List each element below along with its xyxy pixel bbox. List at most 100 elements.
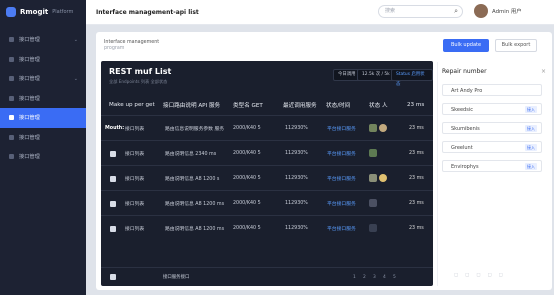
chip-status[interactable]: Status 启用状态 — [391, 69, 433, 87]
avatar — [379, 173, 387, 182]
sidebar-item-1[interactable]: 接口管理 ⌄ — [0, 30, 86, 50]
logo[interactable]: Rmogit Platform — [0, 0, 86, 24]
row-link[interactable]: 平台接口服务 — [327, 125, 356, 132]
row-ms: 23 ms — [409, 126, 424, 131]
table-row[interactable]: 接口列表 路由说明信息 A8 1200 s 2000/K40 5 112930%… — [101, 165, 433, 191]
top-bar: Interface management-api list 搜索 ⌕ Admin… — [86, 0, 554, 25]
row-checkbox[interactable] — [110, 225, 116, 232]
sidebar-item-6[interactable]: 接口管理 — [0, 128, 86, 148]
page-3[interactable]: 3 — [373, 275, 376, 280]
row-calls: 112930% — [285, 201, 308, 206]
row-avatars — [369, 223, 377, 234]
sidebar-item-5[interactable]: 接口管理 — [0, 108, 86, 128]
row-name: 接口列表 — [125, 202, 145, 207]
row-code: 2000/K40 5 — [233, 176, 261, 181]
page-4[interactable]: 4 — [383, 275, 386, 280]
row-avatars — [369, 173, 387, 184]
avatar[interactable] — [474, 4, 488, 18]
close-icon[interactable]: × — [541, 68, 546, 75]
repair-item[interactable]: Greelunt 接入 — [442, 141, 542, 153]
row-ms: 23 ms — [409, 176, 424, 181]
table-row[interactable]: 接口列表 路由说明信息 A8 1200 ms 2000/K40 5 112930… — [101, 190, 433, 216]
panel-title: REST muf List — [109, 67, 172, 76]
row-calls: 112930% — [285, 176, 308, 181]
api-table-panel: REST muf List 全部 Endpoints 列表 全部状态 今日调用 … — [101, 61, 433, 286]
panel-subtitle: 全部 Endpoints 列表 全部状态 — [109, 79, 168, 84]
repair-badge: 接入 — [525, 144, 537, 151]
bulk-update-button[interactable]: Bulk update — [443, 39, 489, 52]
sidebar-item-label: 接口管理 — [19, 37, 40, 44]
sidebar-item-4[interactable]: 接口管理 — [0, 89, 86, 109]
logo-icon — [6, 7, 16, 17]
toolbar-icon[interactable]: ◻ — [487, 272, 491, 278]
folder-icon — [9, 37, 14, 43]
row-link[interactable]: 平台接口服务 — [327, 175, 356, 182]
chevron-down-icon: ⌄ — [73, 36, 78, 43]
col-header-7: 23 ms — [407, 102, 425, 108]
row-checkbox[interactable] — [110, 175, 116, 182]
breadcrumb-sub: program — [104, 45, 125, 51]
sidebar-item-7[interactable]: 接口管理 — [0, 147, 86, 167]
toolbar-icon[interactable]: ◻ — [499, 272, 503, 278]
user-name[interactable]: Admin 用户 — [492, 7, 522, 15]
footer-label: 接口服务接口 — [163, 275, 190, 280]
table-row[interactable]: Mouth: 接口列表 路由信息说明服务参数 服务 2000/K40 5 112… — [101, 115, 433, 141]
logo-text: Rmogit — [20, 8, 49, 16]
repair-title: Repair number — [442, 68, 487, 75]
logo-sub: Platform — [52, 9, 74, 15]
row-code: 2000/K40 5 — [233, 126, 261, 131]
repair-badge: 接入 — [525, 163, 537, 170]
page-2[interactable]: 2 — [363, 275, 366, 280]
sidebar-item-label: 接口管理 — [19, 76, 40, 83]
row-link[interactable]: 平台接口服务 — [327, 225, 356, 232]
row-link[interactable]: 平台接口服务 — [327, 200, 356, 207]
row-calls: 112930% — [285, 126, 308, 131]
page-5[interactable]: 5 — [393, 275, 396, 280]
repair-item-label: Envirophys — [451, 164, 479, 170]
repair-item[interactable]: Skeedsic 接入 — [442, 103, 542, 115]
row-checkbox[interactable] — [110, 200, 116, 207]
chevron-down-icon: ⌄ — [73, 75, 78, 82]
row-avatars — [369, 123, 387, 134]
sidebar-item-3[interactable]: 接口管理 ⌄ — [0, 69, 86, 89]
api-icon — [9, 115, 14, 121]
sidebar: Rmogit Platform 接口管理 ⌄ 接口管理 接口管理 ⌄ 接口管理 接口… — [0, 0, 86, 295]
row-avatars — [369, 198, 377, 209]
folder-icon — [9, 154, 14, 160]
folder-icon — [9, 134, 14, 140]
row-code: 2000/K40 5 — [233, 201, 261, 206]
col-header-4: 最近调用服务 — [283, 103, 317, 109]
select-all-checkbox[interactable] — [110, 274, 116, 280]
table-row[interactable]: 接口列表 路由说明信息 2340 ms 2000/K40 5 112930% 平… — [101, 140, 433, 166]
row-ms: 23 ms — [409, 226, 424, 231]
toolbar-icon[interactable]: ◻ — [465, 272, 469, 278]
row-desc: 路由说明信息 A8 1200 ms — [165, 227, 225, 232]
toolbar-icon[interactable]: ◻ — [476, 272, 480, 278]
breadcrumb: Interface management program — [104, 40, 159, 51]
row-ms: 23 ms — [409, 151, 424, 156]
toolbar-icon[interactable]: ◻ — [454, 272, 458, 278]
sidebar-item-2[interactable]: 接口管理 — [0, 50, 86, 70]
row-link[interactable]: 平台接口服务 — [327, 150, 356, 157]
bulk-export-button[interactable]: Bulk export — [495, 39, 537, 52]
row-avatars — [369, 148, 377, 159]
image-icon — [369, 198, 377, 207]
repair-panel: Repair number × Art Andy Pro Skeedsic 接入 … — [437, 62, 552, 286]
search-input[interactable]: 搜索 ⌕ — [378, 5, 463, 18]
search-icon[interactable]: ⌕ — [454, 6, 458, 17]
repair-item[interactable]: Envirophys 接入 — [442, 160, 542, 172]
row-checkbox[interactable] — [110, 150, 116, 157]
repair-badge: 接入 — [525, 125, 537, 132]
chip-calls-value[interactable]: 12.5k 次 / 5k — [357, 69, 395, 81]
row-desc: 路由信息说明服务参数 服务 — [165, 127, 225, 132]
col-header-1: Make up per get — [109, 102, 155, 108]
table-row[interactable]: 接口列表 路由说明信息 A8 1200 ms 2000/K40 5 112930… — [101, 215, 433, 241]
col-header-3: 类型名 GET — [233, 103, 263, 109]
image-icon — [369, 173, 377, 182]
avatar — [379, 123, 387, 132]
row-check-label: Mouth: — [105, 126, 125, 131]
repair-item[interactable]: Skumibenis 接入 — [442, 122, 542, 134]
repair-item[interactable]: Art Andy Pro — [442, 84, 542, 96]
page-title: Interface management-api list — [96, 8, 199, 16]
page-1[interactable]: 1 — [353, 275, 356, 280]
